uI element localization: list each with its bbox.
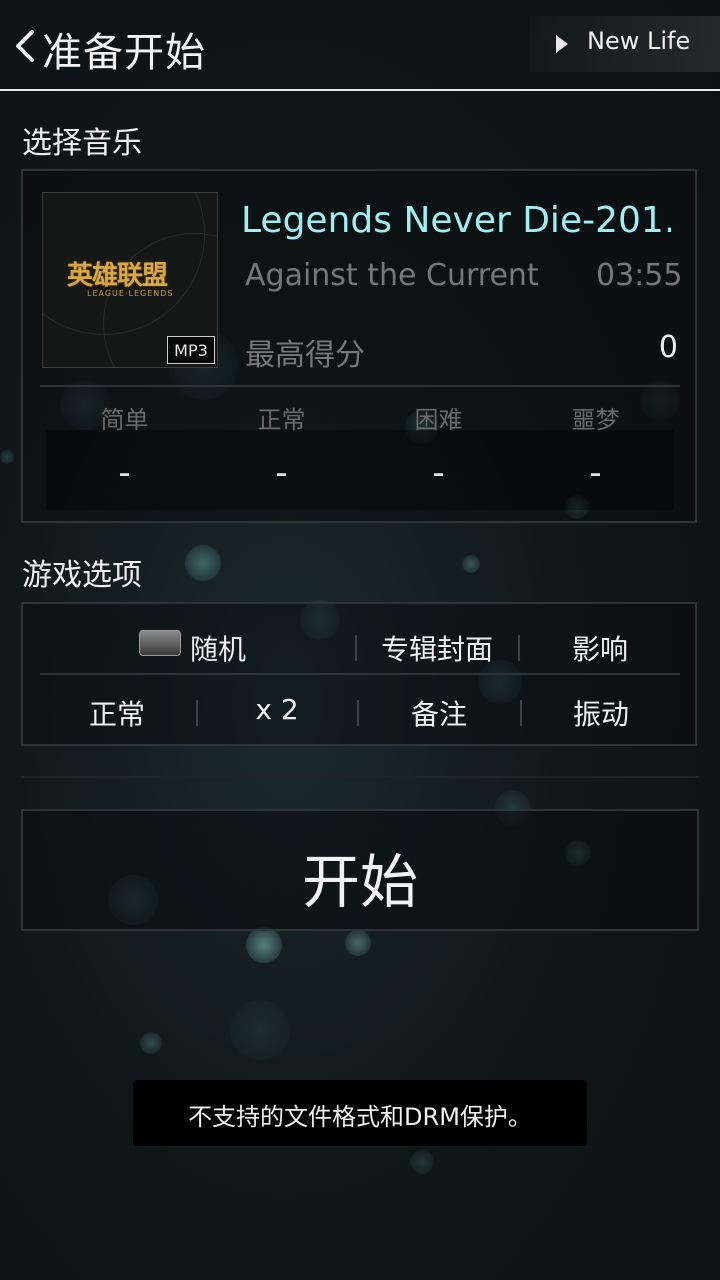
option-speed-mode[interactable]: 正常 — [40, 693, 194, 733]
header-divider — [0, 89, 720, 91]
new-life-button[interactable]: New Life — [530, 16, 720, 72]
option-speed-multiplier[interactable]: x 2 — [200, 693, 354, 726]
difficulty-value: - — [432, 453, 445, 493]
song-divider — [40, 385, 680, 387]
song-title: Legends Never Die-201… — [241, 200, 671, 241]
option-album-cover[interactable]: 专辑封面 — [362, 628, 512, 668]
difficulty-easy[interactable]: 简单 - — [46, 398, 203, 493]
chevron-left-icon — [16, 30, 34, 62]
option-effect[interactable]: 影响 — [525, 628, 675, 668]
toggle-switch-icon[interactable] — [139, 630, 181, 656]
high-score-label: 最高得分 — [245, 338, 365, 373]
difficulty-label: 噩梦 — [571, 406, 620, 434]
difficulty-normal[interactable]: 正常 - — [203, 398, 360, 493]
high-score-value: 0 — [658, 330, 678, 365]
format-badge: MP3 — [167, 336, 215, 364]
difficulty-value: - — [275, 453, 288, 493]
toast-message: 不支持的文件格式和DRM保护。 — [188, 1103, 532, 1131]
section-divider — [21, 776, 699, 778]
music-section-label: 选择音乐 — [22, 126, 142, 161]
options-section-label: 游戏选项 — [22, 558, 142, 593]
difficulty-label: 正常 — [257, 406, 306, 434]
artist-name: Against the Current — [245, 258, 539, 293]
play-triangle-icon — [556, 35, 568, 53]
option-separator — [520, 700, 522, 726]
toast-notification: 不支持的文件格式和DRM保护。 — [133, 1080, 587, 1146]
option-separator — [355, 635, 357, 661]
difficulty-value: - — [118, 453, 131, 493]
option-separator — [196, 700, 198, 726]
difficulty-row: 简单 - 正常 - 困难 - 噩梦 - — [46, 398, 674, 508]
options-divider — [40, 673, 680, 675]
option-vibration[interactable]: 振动 — [524, 693, 678, 733]
song-duration: 03:55 — [596, 258, 683, 293]
top-bar: 准备开始 New Life — [0, 0, 720, 91]
back-button[interactable] — [10, 22, 40, 70]
album-logo-subtext: LEAGUE·LEGENDS — [87, 289, 174, 298]
start-button-label: 开始 — [301, 848, 418, 916]
difficulty-label: 简单 — [100, 406, 149, 434]
option-notes[interactable]: 备注 — [362, 693, 516, 733]
album-logo-text: 英雄联盟 — [67, 261, 168, 291]
difficulty-value: - — [589, 453, 602, 493]
page-title: 准备开始 — [42, 30, 206, 76]
option-separator — [518, 635, 520, 661]
difficulty-label: 困难 — [414, 406, 463, 434]
option-separator — [357, 700, 359, 726]
new-life-label: New Life — [587, 27, 691, 55]
difficulty-nightmare[interactable]: 噩梦 - — [517, 398, 674, 493]
option-random[interactable]: 随机 — [190, 628, 260, 668]
difficulty-hard[interactable]: 困难 - — [360, 398, 517, 493]
start-button[interactable]: 开始 — [21, 809, 699, 931]
